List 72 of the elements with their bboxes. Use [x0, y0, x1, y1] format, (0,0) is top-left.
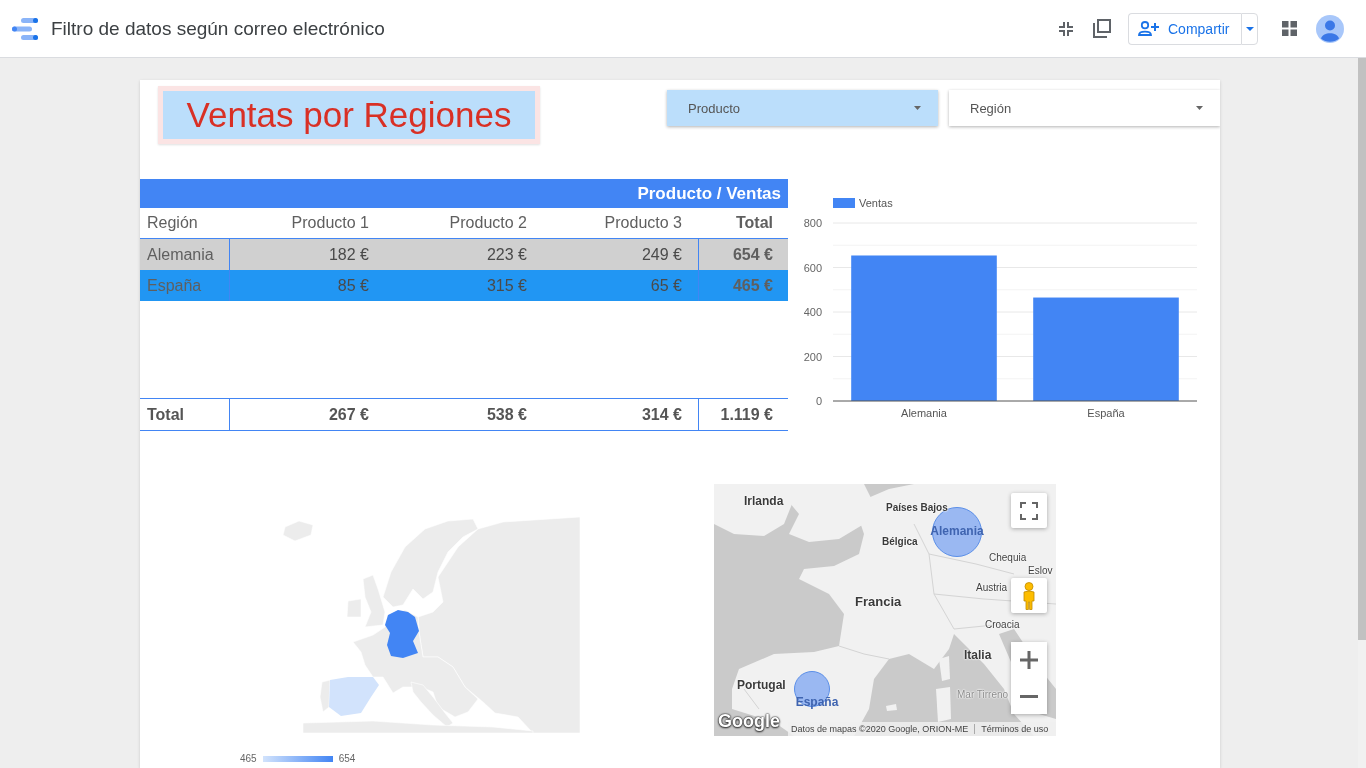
report-heading: Ventas por Regiones [158, 86, 540, 144]
table-cell-text: 223 € [485, 244, 528, 265]
y-axis-label: 0 [815, 395, 822, 407]
table-title: Producto / Ventas [140, 179, 788, 208]
terms-link[interactable]: Términos de uso [981, 724, 1049, 734]
filter-dropdown[interactable]: Región [949, 90, 1220, 126]
color-scale-bar [262, 755, 333, 762]
table-cell: 85 € [229, 270, 388, 301]
legend-swatch-icon [833, 198, 855, 208]
y-axis-label: 400 [803, 306, 822, 318]
map-label: Bélgica [882, 536, 918, 548]
table-cell: 465 € [698, 270, 788, 301]
filter-dropdown[interactable]: Producto [667, 90, 938, 126]
column-header[interactable]: Producto 3 [543, 208, 698, 238]
column-header[interactable]: Producto 2 [388, 208, 543, 238]
table-cell-text: 314 € [640, 404, 683, 425]
table-cell-text: 249 € [640, 244, 683, 265]
table-cell-text: Total [146, 404, 186, 425]
apps-grid-icon[interactable] [1282, 21, 1297, 36]
attribution-text: Datos de mapas ©2020 Google, ORION-ME [791, 724, 969, 734]
column-header[interactable]: Producto 1 [229, 208, 388, 238]
scale-min-label: 465 [240, 753, 257, 764]
island-shape [939, 656, 950, 681]
street-view-button[interactable] [1011, 578, 1047, 613]
table-cell: 267 € [229, 399, 388, 430]
y-axis-label: 600 [803, 261, 822, 274]
caret-icon [1245, 26, 1254, 31]
table-cell-text: 538 € [485, 404, 528, 425]
column-header[interactable]: Región [140, 208, 229, 238]
table-row[interactable]: Alemania 182 € 223 € 249 € 654 € [140, 238, 788, 270]
table-cell-text: 315 € [485, 275, 528, 296]
map-label: Croacia [985, 619, 1020, 631]
island-shape [886, 704, 897, 711]
map-label: Chequia [989, 552, 1027, 564]
exit-fullscreen-icon[interactable] [1059, 21, 1073, 36]
avatar-icon[interactable] [1316, 14, 1344, 43]
minus-icon [1020, 694, 1038, 698]
zoom-out-button[interactable] [1011, 678, 1047, 714]
table-cell-text: España [146, 275, 203, 296]
share-options-button[interactable] [1241, 12, 1258, 45]
table-cell-text: Alemania [146, 244, 215, 265]
person-add-icon [1138, 21, 1159, 36]
table-cell: 1.119 € [698, 399, 788, 430]
caret-icon [914, 106, 921, 110]
map-label: Irlanda [744, 494, 784, 509]
map-label: Eslov [1028, 565, 1053, 577]
x-axis-label: España [1087, 407, 1125, 419]
app-logo-icon[interactable] [12, 17, 38, 40]
map-label: Italia [964, 648, 992, 663]
scrollbar-thumb[interactable] [1358, 58, 1366, 640]
person-icon [1022, 581, 1036, 610]
caret-icon [1196, 106, 1203, 110]
zoom-in-button[interactable] [1011, 642, 1047, 678]
column-header[interactable]: Total [698, 208, 788, 238]
x-axis-label: Alemania [901, 407, 947, 419]
country-shape[interactable] [385, 610, 419, 658]
fullscreen-button[interactable] [1011, 493, 1047, 528]
map-label: Países Bajos [886, 502, 948, 514]
map-label: Portugal [737, 678, 786, 693]
document-title: Filtro de datos según correo electrónico [51, 17, 385, 40]
y-axis-label: 800 [803, 217, 822, 229]
legend-label[interactable]: Ventas [859, 197, 893, 209]
table-cell-text: 65 € [649, 275, 683, 296]
y-axis-label: 200 [803, 350, 822, 363]
map-label: Austria [976, 582, 1008, 594]
scale-max-label: 654 [338, 753, 356, 764]
fullscreen-icon [1020, 501, 1038, 520]
share-button[interactable]: Compartir [1128, 12, 1241, 45]
map-label: Mar Tirreno [957, 689, 1009, 701]
map-label: Francia [855, 594, 902, 610]
plus-icon [1020, 650, 1038, 669]
copy-icon[interactable] [1093, 19, 1111, 38]
